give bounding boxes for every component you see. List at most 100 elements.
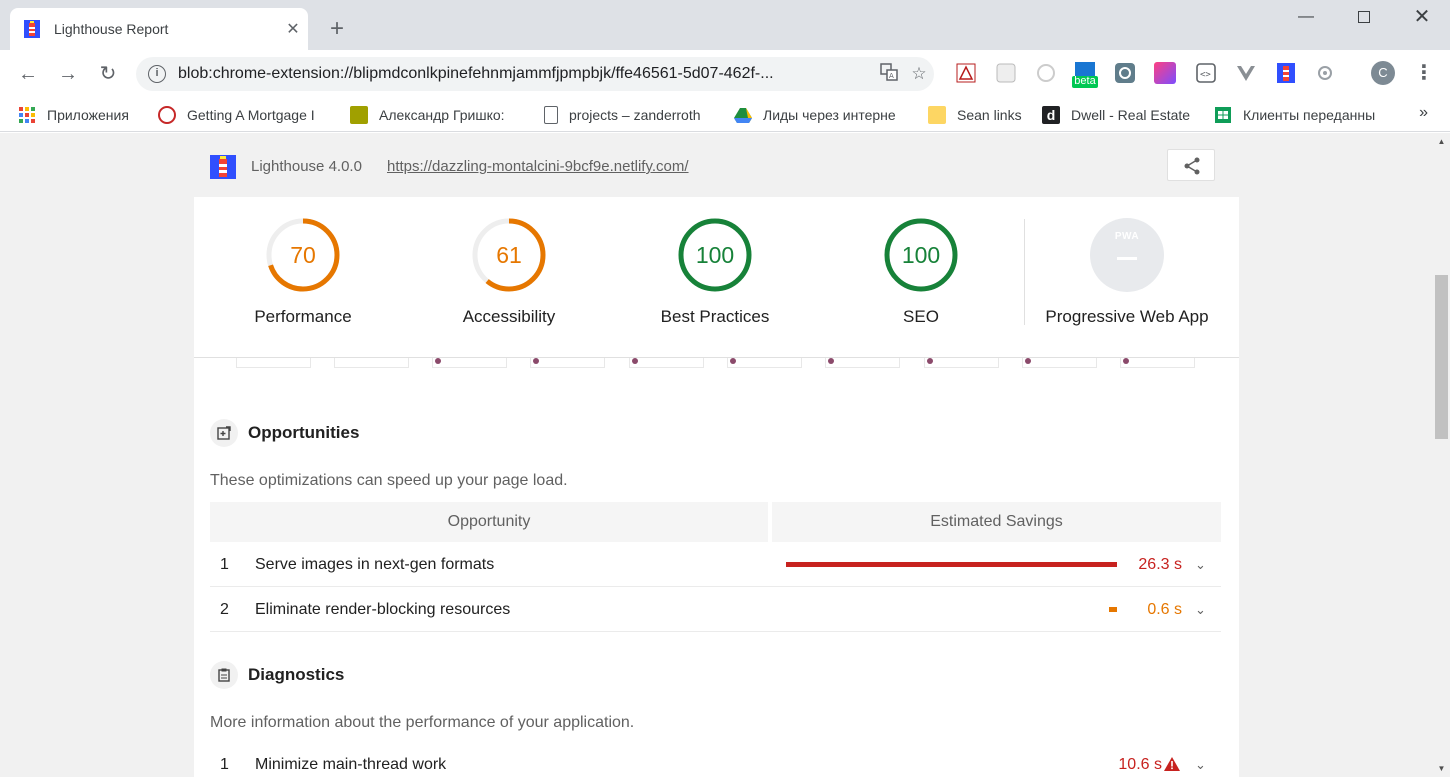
gauge-label: Progressive Web App [1045,307,1209,326]
gauge-score: 70 [290,242,316,268]
filmstrip-frame [727,358,802,368]
gauge-label: SEO [903,307,939,326]
reload-icon[interactable]: ↻ [94,60,122,88]
gauge-seo[interactable]: 100 SEO [821,217,1021,327]
dwell-icon: d [1042,105,1060,124]
frame-dot [927,358,933,364]
gauge-pwa[interactable]: PWA Progressive Web App [1027,217,1227,327]
frame-dot [1025,358,1031,364]
translate-icon[interactable]: A [874,62,904,86]
minimize-button[interactable]: — [1276,0,1336,34]
lighthouse-version: Lighthouse 4.0.0 [251,158,362,175]
new-tab-button[interactable]: + [322,14,352,44]
pdf-extension-icon[interactable] [955,62,977,84]
profile-avatar[interactable]: C [1371,61,1395,85]
bookmark-lidy-cherez-internet[interactable]: Лиды через интерне [734,101,928,129]
savings-bar [786,562,1117,567]
bookmark-klienty-peredannye[interactable]: Клиенты переданны [1214,101,1392,129]
beta-extension-icon[interactable]: beta [1072,62,1098,88]
gauge-performance[interactable]: 70 Performance [203,217,403,327]
tab-strip: Lighthouse Report ✕ + — ✕ [0,0,1450,50]
row-index: 1 [220,556,229,573]
page-icon [544,105,558,124]
scroll-up-arrow-icon[interactable]: ▲ [1433,133,1450,150]
row-title: Eliminate render-blocking resources [255,601,511,618]
color-picker-extension-icon[interactable] [1154,62,1176,84]
svg-text:A: A [889,72,894,80]
gauge-label: Best Practices [660,307,770,326]
scrollbar-thumb[interactable] [1435,275,1448,439]
forward-arrow-icon[interactable]: → [54,60,82,88]
tab-lighthouse-report[interactable]: Lighthouse Report ✕ [10,8,308,50]
filmstrip-frame [432,358,507,368]
page-scrollbar[interactable]: ▲ ▼ [1433,133,1450,777]
bookmark-apps[interactable]: Приложения [18,101,158,129]
code-extension-icon[interactable]: <> [1195,62,1217,84]
gauge-accessibility[interactable]: 61 Accessibility [409,217,609,327]
settings-gear-extension-icon[interactable] [1314,62,1336,84]
chevron-down-icon[interactable]: ⌄ [1195,588,1206,632]
home-icon [350,105,368,124]
column-opportunity: Opportunity [210,502,768,542]
report-sheet: 70 Performance 61 Accessibility 100 Best… [194,197,1239,777]
bookmarks-bar: Приложения Getting A Mortgage I Александ… [0,98,1450,132]
share-icon [1184,157,1200,175]
gauge-best-practices[interactable]: 100 Best Practices [615,217,815,327]
scroll-down-arrow-icon[interactable]: ▼ [1433,760,1450,777]
filmstrip-frame [924,358,999,368]
column-estimated-savings: Estimated Savings [772,502,1221,542]
extension-circle-icon[interactable] [1035,62,1057,84]
opportunities-icon [210,419,238,447]
savings-value: 26.3 s [1138,556,1182,573]
extension-grid-icon[interactable] [995,62,1017,84]
tab-close-icon[interactable]: ✕ [278,19,308,39]
frame-dot [533,358,539,364]
bookmark-dwell-real-estate[interactable]: d Dwell - Real Estate [1042,101,1214,129]
filmstrip-frame [629,358,704,368]
opportunity-row[interactable]: 1 Serve images in next-gen formats 26.3 … [210,543,1221,587]
beta-label: beta [1074,75,1096,87]
chevron-down-icon[interactable]: ⌄ [1195,743,1206,777]
gauge-score: 100 [695,242,735,268]
folder-icon [928,105,946,124]
pwa-divider [1024,219,1025,325]
lighthouse-extension-icon[interactable] [1275,62,1297,84]
diagnostic-value: 10.6 s [1118,756,1162,773]
frame-dot [730,358,736,364]
share-button[interactable] [1167,149,1215,181]
address-bar[interactable]: i blob:chrome-extension://blipmdconlkpin… [136,57,934,91]
extension-link-icon[interactable] [1114,62,1136,84]
star-bookmark-icon[interactable]: ☆ [904,64,934,84]
bookmark-alexandr-grishko[interactable]: Александр Гришко: [350,101,544,129]
maximize-button[interactable] [1334,0,1394,34]
vue-devtools-icon[interactable] [1235,62,1257,84]
filmstrip-frame [334,358,409,368]
row-index: 2 [220,601,229,618]
report-url-link[interactable]: https://dazzling-montalcini-9bcf9e.netli… [387,158,689,175]
frame-dot [828,358,834,364]
bookmark-getting-a-mortgage[interactable]: Getting A Mortgage I [158,101,350,129]
bookmark-label: Приложения [47,106,129,123]
site-info-icon[interactable]: i [148,65,166,83]
filmstrip-frame [236,358,311,368]
browser-toolbar: ← → ↻ i blob:chrome-extension://blipmdco… [0,50,1450,98]
diagnostic-row[interactable]: 1 Minimize main-thread work 10.6 s ⌄ [210,743,1221,777]
maximize-icon [1358,11,1370,23]
back-arrow-icon[interactable]: ← [14,60,42,88]
site-favicon-icon [158,105,176,124]
bookmark-label: Клиенты переданны [1243,106,1376,123]
close-window-button[interactable]: ✕ [1392,0,1450,34]
url-text[interactable]: blob:chrome-extension://blipmdconlkpinef… [178,65,874,83]
opportunity-row[interactable]: 2 Eliminate render-blocking resources 0.… [210,588,1221,632]
filmstrip-frame [530,358,605,368]
sheets-icon [1214,106,1232,124]
bookmark-label: projects – zanderroth [569,106,701,123]
chevron-down-icon[interactable]: ⌄ [1195,543,1206,587]
bookmark-sean-links[interactable]: Sean links [928,101,1042,129]
bookmark-projects-zanderroth[interactable]: projects – zanderroth [544,101,734,129]
bookmarks-overflow-icon[interactable]: » [1419,104,1428,122]
kebab-menu-icon[interactable]: ⋮ [1414,62,1434,86]
gauge-score: 61 [496,242,522,268]
bookmark-label: Sean links [957,106,1022,123]
score-gauges: 70 Performance 61 Accessibility 100 Best… [194,197,1239,357]
